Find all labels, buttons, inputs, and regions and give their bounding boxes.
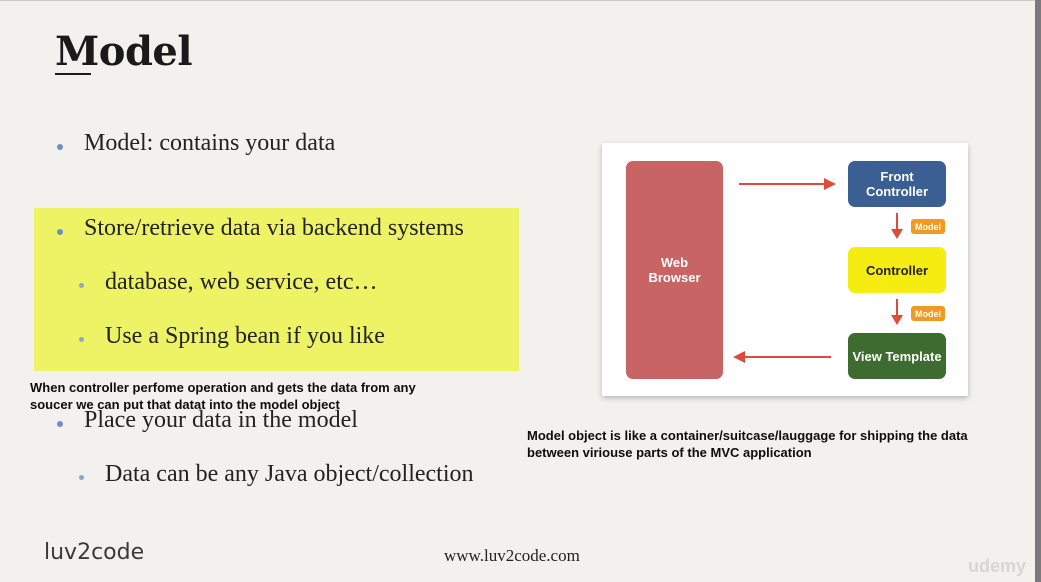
front-controller-box: Front Controller <box>848 161 946 207</box>
arrow-head-down-icon <box>891 229 903 239</box>
mvc-diagram: Web Browser Front Controller Controller … <box>602 143 968 396</box>
sub-bullet-database: database, web service, etc… <box>105 269 378 295</box>
model-tag: Model <box>911 219 945 234</box>
sub-bullet-spring-bean: Use a Spring bean if you like <box>105 323 385 349</box>
bullet-place-data: Place your data in the model <box>84 407 358 433</box>
title-underline <box>55 73 91 75</box>
annotation-line: Model object is like a container/suitcas… <box>527 428 968 443</box>
bullet-store-retrieve: Store/retrieve data via backend systems <box>84 215 464 241</box>
bullet-dot <box>57 421 63 427</box>
arrow-to-front-controller <box>739 183 829 185</box>
bullet-dot <box>57 229 63 235</box>
front-controller-label: Front Controller <box>865 169 929 199</box>
bullet-model-contains-data: Model: contains your data <box>84 130 336 156</box>
sub-bullet-dot <box>79 475 84 480</box>
arrow-to-browser <box>741 356 831 358</box>
model-tag: Model <box>911 306 945 321</box>
annotation-line: When controller perfome operation and ge… <box>30 380 416 395</box>
web-browser-label: Web Browser <box>648 255 701 285</box>
footer-url: www.luv2code.com <box>444 546 580 565</box>
sub-bullet-dot <box>79 337 84 342</box>
sub-bullet-java-object: Data can be any Java object/collection <box>105 461 474 487</box>
web-browser-box: Web Browser <box>626 161 723 379</box>
annotation-line: between viriouse parts of the MVC applic… <box>527 445 812 460</box>
bullet-dot <box>57 144 63 150</box>
arrow-head-down-icon <box>891 315 903 325</box>
udemy-watermark: udemy <box>968 556 1027 576</box>
controller-box: Controller <box>848 247 946 293</box>
view-template-box: View Template <box>848 333 946 379</box>
top-border <box>0 0 1041 1</box>
view-template-label: View Template <box>852 348 942 364</box>
sub-bullet-dot <box>79 283 84 288</box>
slide-title: Model <box>55 28 193 75</box>
arrow-head-right-icon <box>824 178 836 190</box>
slide: Model Model: contains your data Store/re… <box>0 0 1041 582</box>
annotation-model-object-note: Model object is like a container/suitcas… <box>527 427 968 461</box>
luv2code-logo: luv2code <box>44 540 145 565</box>
window-edge <box>1035 0 1041 582</box>
controller-label: Controller <box>865 262 929 278</box>
